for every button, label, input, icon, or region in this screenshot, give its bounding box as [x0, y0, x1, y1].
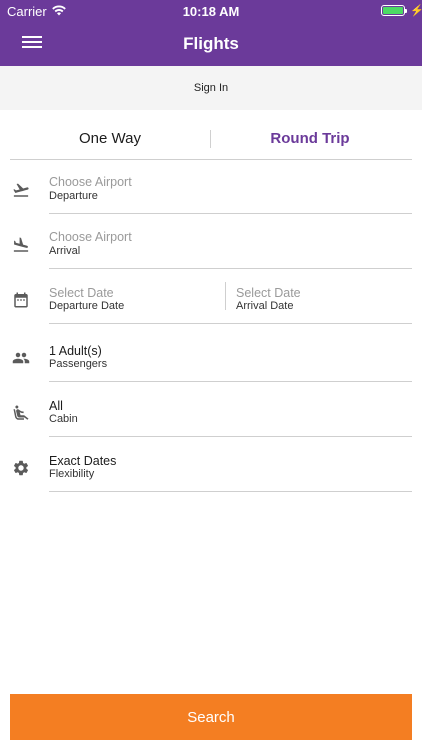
trip-type-tabs: One Way Round Trip [10, 118, 412, 160]
departure-label: Departure [49, 190, 98, 202]
search-button[interactable]: Search [10, 694, 412, 740]
dates-row: Select Date Departure Date Select Date A… [0, 269, 422, 324]
flexibility-row: Exact Dates Flexibility [0, 437, 422, 492]
passengers-row: 1 Adult(s) Passengers [0, 327, 422, 382]
seat-icon [13, 405, 29, 420]
people-icon [12, 352, 30, 364]
page-title: Flights [183, 34, 239, 53]
flight-land-icon [13, 237, 29, 252]
cabin-label: Cabin [49, 413, 78, 425]
arrival-date-placeholder: Select Date [236, 286, 301, 300]
sign-in-button[interactable]: Sign In [0, 66, 422, 110]
status-bar: Carrier 10:18 AM ⚡ [0, 0, 422, 22]
departure-airport-field[interactable]: Choose Airport Departure [49, 159, 412, 214]
flight-takeoff-icon [13, 183, 29, 197]
calendar-icon [14, 292, 28, 308]
departure-date-label: Departure Date [49, 300, 125, 312]
arrival-date-label: Arrival Date [236, 300, 294, 312]
cabin-value: All [49, 399, 63, 413]
arrival-airport-field[interactable]: Choose Airport Arrival [49, 214, 412, 269]
arrival-row: Choose Airport Arrival [0, 214, 422, 269]
passengers-field[interactable]: 1 Adult(s) Passengers [49, 327, 412, 382]
flexibility-value: Exact Dates [49, 454, 117, 468]
date-divider [225, 282, 226, 310]
departure-date-placeholder: Select Date [49, 286, 114, 300]
battery-icon [381, 5, 407, 16]
departure-airport-placeholder: Choose Airport [49, 175, 132, 189]
tab-round-trip[interactable]: Round Trip [210, 130, 410, 147]
passengers-label: Passengers [49, 358, 108, 370]
gear-icon [13, 460, 29, 476]
charging-bolt-icon: ⚡ [410, 5, 422, 17]
cabin-field[interactable]: All Cabin [49, 382, 412, 437]
arrival-date-field[interactable]: Select Date Arrival Date [236, 269, 406, 324]
passengers-value: 1 Adult(s) [49, 344, 102, 358]
departure-row: Choose Airport Departure [0, 159, 422, 214]
departure-date-field[interactable]: Select Date Departure Date [49, 269, 219, 324]
arrival-airport-placeholder: Choose Airport [49, 230, 132, 244]
cabin-row: All Cabin [0, 382, 422, 437]
top-bar: Carrier 10:18 AM ⚡ Flights [0, 0, 422, 66]
status-time: 10:18 AM [182, 4, 240, 19]
flexibility-field[interactable]: Exact Dates Flexibility [49, 437, 412, 492]
dates-field: Select Date Departure Date Select Date A… [49, 269, 412, 324]
flexibility-label: Flexibility [49, 468, 95, 480]
tab-one-way[interactable]: One Way [10, 130, 210, 147]
arrival-label: Arrival [49, 245, 81, 257]
